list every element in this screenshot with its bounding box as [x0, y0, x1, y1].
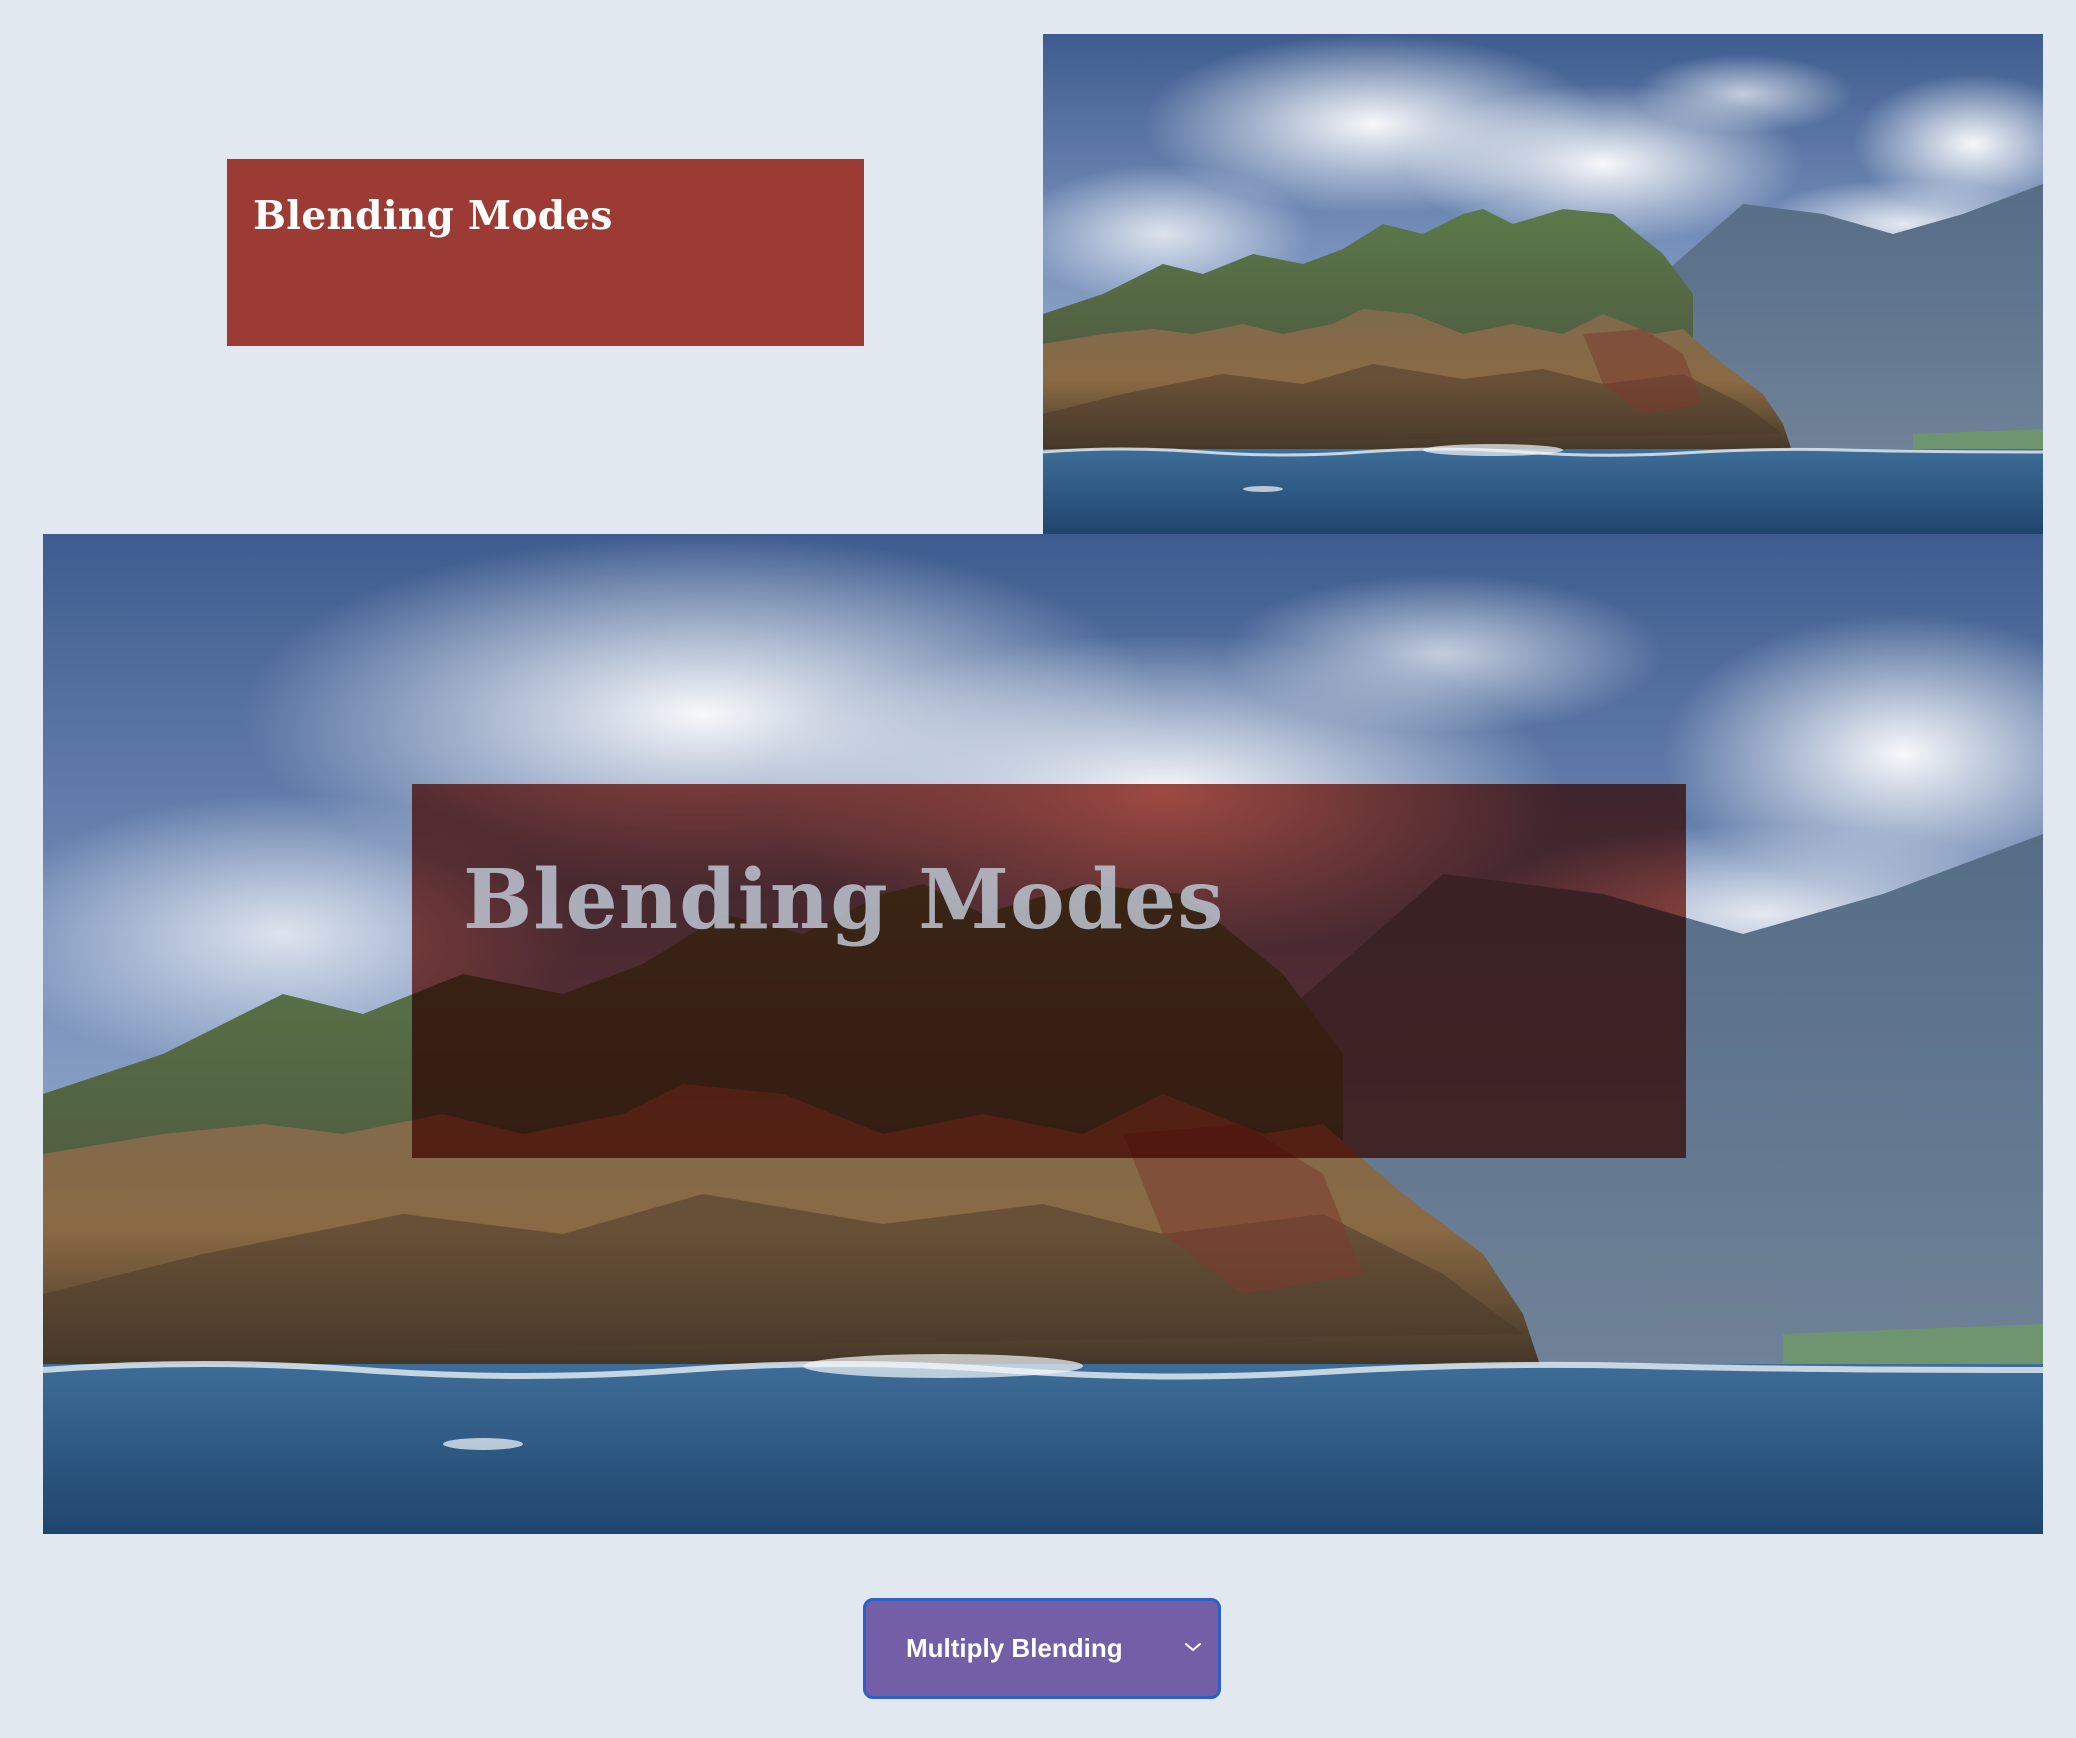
title-card-heading: Blending Modes	[253, 193, 613, 239]
title-card: Blending Modes	[227, 159, 864, 346]
blended-overlay-heading: Blending Modes	[463, 852, 1225, 948]
landscape-thumbnail-image	[1043, 34, 2043, 534]
hero-blend-demo: Blending Modes	[43, 534, 2043, 1534]
blended-overlay-box	[412, 784, 1686, 1158]
blend-mode-selected-value: Multiply Blending	[906, 1633, 1123, 1663]
landscape-thumbnail	[1043, 34, 2043, 534]
blend-mode-select[interactable]: Multiply Blending	[863, 1598, 1221, 1699]
chevron-down-icon	[1185, 1643, 1201, 1651]
